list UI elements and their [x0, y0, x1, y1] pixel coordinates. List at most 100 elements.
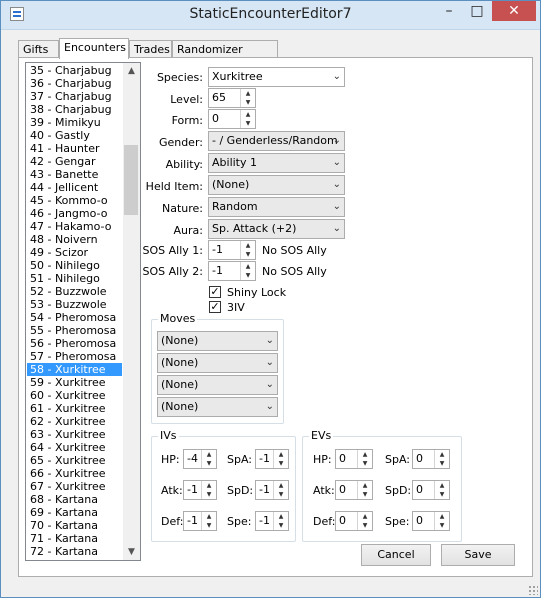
- list-item[interactable]: 59 - Xurkitree: [27, 376, 122, 389]
- list-item[interactable]: 64 - Xurkitree: [27, 441, 122, 454]
- list-item[interactable]: 45 - Kommo-o: [27, 194, 122, 207]
- iv-hp-stepper[interactable]: -4 ▲ ▼: [183, 449, 217, 469]
- sos-ally-1-stepper[interactable]: -1 ▲ ▼: [208, 240, 256, 260]
- ev-spa-spin-buttons[interactable]: ▲ ▼: [434, 450, 449, 468]
- maximize-button[interactable]: □: [464, 1, 490, 21]
- list-item[interactable]: 41 - Haunter: [27, 142, 122, 155]
- close-button[interactable]: ✕: [492, 1, 536, 21]
- list-item[interactable]: 48 - Noivern: [27, 233, 122, 246]
- spin-up-icon[interactable]: ▲: [274, 481, 288, 490]
- spin-up-icon[interactable]: ▲: [435, 481, 449, 490]
- held-item-dropdown[interactable]: (None) ⌄: [208, 175, 345, 195]
- level-stepper[interactable]: 65 ▲ ▼: [208, 88, 256, 108]
- spin-down-icon[interactable]: ▼: [274, 521, 288, 530]
- spin-up-icon[interactable]: ▲: [435, 450, 449, 459]
- list-item[interactable]: 38 - Charjabug: [27, 103, 122, 116]
- spin-down-icon[interactable]: ▼: [358, 459, 372, 468]
- spin-down-icon[interactable]: ▼: [202, 459, 216, 468]
- spin-down-icon[interactable]: ▼: [358, 490, 372, 499]
- shiny-lock-checkbox[interactable]: ✓: [209, 286, 221, 298]
- spin-down-icon[interactable]: ▼: [358, 521, 372, 530]
- level-spin-buttons[interactable]: ▲ ▼: [240, 89, 255, 107]
- spin-up-icon[interactable]: ▲: [241, 110, 255, 119]
- ev-hp-stepper[interactable]: 0 ▲ ▼: [335, 449, 373, 469]
- iv-def-stepper[interactable]: -1 ▲ ▼: [183, 511, 217, 531]
- list-item[interactable]: 63 - Xurkitree: [27, 428, 122, 441]
- resize-grip-icon[interactable]: [528, 585, 538, 595]
- nature-dropdown[interactable]: Random ⌄: [208, 197, 345, 217]
- spin-down-icon[interactable]: ▼: [274, 490, 288, 499]
- minimize-button[interactable]: –: [436, 1, 462, 21]
- tab-encounters[interactable]: Encounters: [59, 38, 129, 59]
- spin-up-icon[interactable]: ▲: [358, 481, 372, 490]
- move-3-dropdown[interactable]: (None) ⌄: [157, 375, 278, 395]
- list-item[interactable]: 69 - Kartana: [27, 506, 122, 519]
- tab-gifts[interactable]: Gifts: [18, 40, 59, 58]
- list-item[interactable]: 54 - Pheromosa: [27, 311, 122, 324]
- list-item[interactable]: 56 - Pheromosa: [27, 337, 122, 350]
- list-item[interactable]: 53 - Buzzwole: [27, 298, 122, 311]
- spin-up-icon[interactable]: ▲: [358, 450, 372, 459]
- form-stepper[interactable]: 0 ▲ ▼: [208, 109, 256, 129]
- spin-down-icon[interactable]: ▼: [202, 521, 216, 530]
- list-item[interactable]: 61 - Xurkitree: [27, 402, 122, 415]
- list-item[interactable]: 60 - Xurkitree: [27, 389, 122, 402]
- list-item[interactable]: 44 - Jellicent: [27, 181, 122, 194]
- list-item[interactable]: 55 - Pheromosa: [27, 324, 122, 337]
- list-item[interactable]: 40 - Gastly: [27, 129, 122, 142]
- save-button[interactable]: Save: [441, 544, 515, 566]
- iv-spa-stepper[interactable]: -1 ▲ ▼: [255, 449, 289, 469]
- spin-up-icon[interactable]: ▲: [202, 512, 216, 521]
- list-item[interactable]: 46 - Jangmo-o: [27, 207, 122, 220]
- form-spin-buttons[interactable]: ▲ ▼: [240, 110, 255, 128]
- ev-spa-stepper[interactable]: 0 ▲ ▼: [412, 449, 450, 469]
- list-item[interactable]: 70 - Kartana: [27, 519, 122, 532]
- iv-spe-stepper[interactable]: -1 ▲ ▼: [255, 511, 289, 531]
- spin-down-icon[interactable]: ▼: [435, 459, 449, 468]
- ev-atk-stepper[interactable]: 0 ▲ ▼: [335, 480, 373, 500]
- list-item[interactable]: 43 - Banette: [27, 168, 122, 181]
- cancel-button[interactable]: Cancel: [361, 544, 431, 566]
- ev-spd-spin-buttons[interactable]: ▲ ▼: [434, 481, 449, 499]
- list-item[interactable]: 47 - Hakamo-o: [27, 220, 122, 233]
- ev-def-spin-buttons[interactable]: ▲ ▼: [357, 512, 372, 530]
- spin-up-icon[interactable]: ▲: [274, 450, 288, 459]
- ev-spd-stepper[interactable]: 0 ▲ ▼: [412, 480, 450, 500]
- list-item[interactable]: 67 - Xurkitree: [27, 480, 122, 493]
- tab-randomizer-options[interactable]: Randomizer Options: [172, 40, 278, 73]
- spin-up-icon[interactable]: ▲: [202, 481, 216, 490]
- iv-atk-spin-buttons[interactable]: ▲ ▼: [201, 481, 216, 499]
- spin-up-icon[interactable]: ▲: [202, 450, 216, 459]
- list-item[interactable]: 52 - Buzzwole: [27, 285, 122, 298]
- iv-spe-spin-buttons[interactable]: ▲ ▼: [273, 512, 288, 530]
- iv-atk-stepper[interactable]: -1 ▲ ▼: [183, 480, 217, 500]
- tab-trades[interactable]: Trades: [129, 40, 172, 58]
- spin-down-icon[interactable]: ▼: [241, 98, 255, 107]
- iv-hp-spin-buttons[interactable]: ▲ ▼: [201, 450, 216, 468]
- move-4-dropdown[interactable]: (None) ⌄: [157, 397, 278, 417]
- spin-down-icon[interactable]: ▼: [435, 521, 449, 530]
- scroll-down-icon[interactable]: ▼: [123, 544, 140, 560]
- list-item[interactable]: 50 - Nihilego: [27, 259, 122, 272]
- gender-dropdown[interactable]: - / Genderless/Random ⌄: [208, 131, 345, 151]
- ev-spe-spin-buttons[interactable]: ▲ ▼: [434, 512, 449, 530]
- sos-ally-2-stepper[interactable]: -1 ▲ ▼: [208, 261, 256, 281]
- spin-down-icon[interactable]: ▼: [202, 490, 216, 499]
- species-dropdown[interactable]: Xurkitree ⌄: [208, 67, 345, 87]
- 3iv-checkbox[interactable]: ✓: [209, 301, 221, 313]
- list-item[interactable]: 65 - Xurkitree: [27, 454, 122, 467]
- list-item[interactable]: 68 - Kartana: [27, 493, 122, 506]
- spin-up-icon[interactable]: ▲: [358, 512, 372, 521]
- aura-dropdown[interactable]: Sp. Attack (+2) ⌄: [208, 219, 345, 239]
- spin-up-icon[interactable]: ▲: [241, 89, 255, 98]
- list-item[interactable]: 51 - Nihilego: [27, 272, 122, 285]
- list-item[interactable]: 35 - Charjabug: [27, 64, 122, 77]
- move-2-dropdown[interactable]: (None) ⌄: [157, 353, 278, 373]
- list-item[interactable]: 39 - Mimikyu: [27, 116, 122, 129]
- list-item[interactable]: 57 - Pheromosa: [27, 350, 122, 363]
- spin-down-icon[interactable]: ▼: [274, 459, 288, 468]
- iv-spd-stepper[interactable]: -1 ▲ ▼: [255, 480, 289, 500]
- spin-up-icon[interactable]: ▲: [435, 512, 449, 521]
- spin-down-icon[interactable]: ▼: [241, 271, 255, 280]
- iv-spa-spin-buttons[interactable]: ▲ ▼: [273, 450, 288, 468]
